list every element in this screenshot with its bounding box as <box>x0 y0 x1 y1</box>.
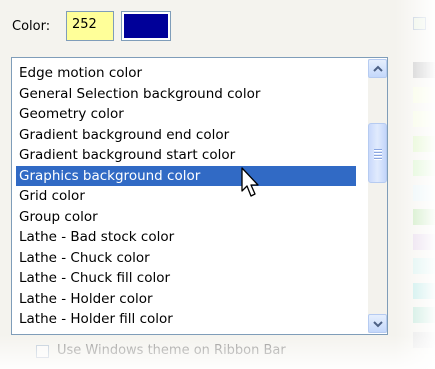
list-item[interactable]: Edge motion color <box>16 63 356 84</box>
vertical-scrollbar[interactable] <box>368 59 387 333</box>
scroll-down-button[interactable] <box>368 314 387 333</box>
list-item[interactable]: Lathe - Holder fill color <box>16 309 356 330</box>
list-item[interactable]: Gradient background start color <box>16 145 356 166</box>
list-item[interactable]: Graphics background color <box>16 165 356 186</box>
color-label: Color: <box>12 19 51 34</box>
mouse-pointer-icon <box>241 167 259 197</box>
color-item-listbox[interactable]: Edge motion color General Selection backg… <box>11 57 388 335</box>
right-swatch <box>413 184 435 201</box>
color-swatch-fill <box>124 14 168 38</box>
grip-icon <box>374 149 382 161</box>
color-item-list: Edge motion color General Selection backg… <box>16 63 356 330</box>
color-value-field[interactable]: 252 <box>66 11 114 41</box>
windows-theme-label: Use Windows theme on Ribbon Bar <box>57 343 286 358</box>
list-item[interactable]: Group color <box>16 207 356 228</box>
right-swatch <box>413 111 435 127</box>
scroll-up-button[interactable] <box>368 59 387 78</box>
chevron-up-icon <box>373 65 383 72</box>
right-checkbox[interactable] <box>413 17 426 30</box>
right-swatch <box>413 160 435 176</box>
list-item[interactable]: Gradient background end color <box>16 125 356 146</box>
right-swatch <box>413 86 435 103</box>
right-swatch <box>413 331 435 348</box>
right-swatch <box>413 233 435 250</box>
list-item[interactable]: Lathe - Chuck color <box>16 248 356 269</box>
right-swatch <box>413 258 435 274</box>
right-swatch <box>413 282 435 299</box>
color-swatch-button[interactable] <box>121 11 171 41</box>
list-item[interactable]: Grid color <box>16 186 356 207</box>
list-item[interactable]: Geometry color <box>16 104 356 125</box>
right-swatch <box>413 135 435 152</box>
chevron-down-icon <box>373 321 383 328</box>
list-item[interactable]: Lathe - Holder color <box>16 289 356 310</box>
list-item[interactable]: General Selection background color <box>16 84 356 105</box>
right-swatch <box>413 209 435 225</box>
list-item[interactable]: Lathe - Bad stock color <box>16 227 356 248</box>
right-swatch <box>413 307 435 323</box>
windows-theme-checkbox[interactable] <box>36 345 49 358</box>
scroll-thumb[interactable] <box>368 123 387 183</box>
right-swatch <box>413 62 435 78</box>
color-settings-panel: Color: 252 Edge motion color General Sele… <box>0 0 435 369</box>
list-item[interactable]: Lathe - Chuck fill color <box>16 268 356 289</box>
